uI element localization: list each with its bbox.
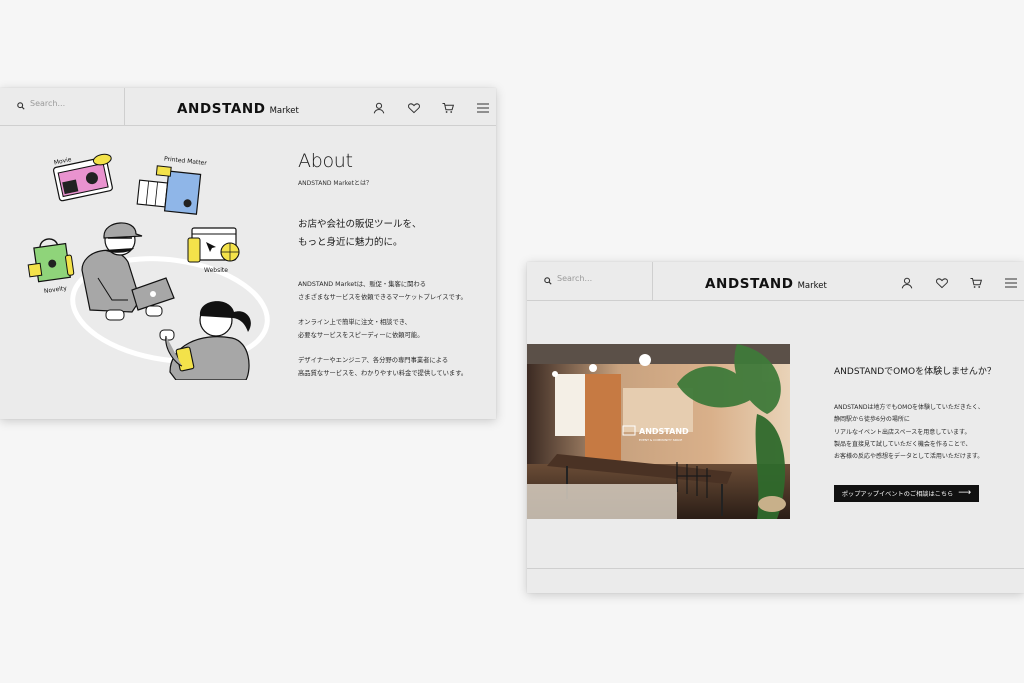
search-box[interactable] <box>0 88 125 125</box>
printed-matter-sticker: Printed Matter <box>136 156 208 215</box>
brand-name: ANDSTAND <box>705 276 794 292</box>
brand-suffix: Market <box>797 281 827 291</box>
about-title: About <box>298 150 353 172</box>
person-with-phone <box>159 301 251 380</box>
lead-line: お店や会社の販促ツールを、 <box>298 219 422 230</box>
paragraph-line: オンライン上で簡単に注文・相談でき、 <box>298 319 411 326</box>
heart-icon[interactable] <box>935 275 949 289</box>
site-header: ANDSTANDMarket <box>0 88 496 126</box>
menu-icon[interactable] <box>1004 275 1018 289</box>
wall-sign-text: ANDSTAND <box>639 427 689 436</box>
omo-body: ANDSTANDは地方でもOMOを体験していただきたく、 静岡駅から徒歩6分の場… <box>834 402 984 463</box>
arrow-right-icon: ⟶ <box>958 488 972 498</box>
paragraph-line: デザイナーやエンジニア、各分野の専門事業者による <box>298 357 449 364</box>
search-input[interactable] <box>557 274 643 283</box>
body-line: ANDSTANDは地方でもOMOを体験していただきたく、 <box>834 404 984 411</box>
paragraph-line: 高品質なサービスを、わかりやすい料金で提供しています。 <box>298 369 468 377</box>
novelty-label: Novelty <box>44 285 68 295</box>
body-line: リアルなイベント出店スペースを用意しています。 <box>834 428 971 436</box>
about-screen: ANDSTANDMarket Movie Pr <box>0 88 496 419</box>
website-sticker: Website <box>187 227 240 274</box>
cart-icon[interactable] <box>969 275 983 289</box>
paragraph-line: ANDSTAND Marketは、販促・集客に関わる <box>298 281 427 288</box>
about-subtitle: ANDSTAND Marketとは？ <box>298 180 372 187</box>
about-lead: お店や会社の販促ツールを、 もっと身近に魅力的に。 <box>298 216 422 252</box>
heart-icon[interactable] <box>407 100 421 114</box>
brand-name: ANDSTAND <box>177 101 266 117</box>
about-paragraph: デザイナーやエンジニア、各分野の専門事業者による 高品質なサービスを、わかりやす… <box>298 355 467 380</box>
paragraph-line: 必要なサービスをスピーディーに依頼可能。 <box>298 331 424 339</box>
site-logo[interactable]: ANDSTAND Market <box>705 273 827 292</box>
omo-screen: ANDSTANDMarket <box>527 262 1024 593</box>
search-box[interactable] <box>527 262 653 300</box>
novelty-sticker: Novelty <box>27 238 75 295</box>
popup-event-consult-button[interactable]: ポップアップイベントのご相談はこちら ⟶ <box>834 485 979 502</box>
search-icon <box>544 277 552 285</box>
about-paragraph: オンライン上で簡単に注文・相談でき、 必要なサービスをスピーディーに依頼可能。 <box>298 317 424 342</box>
brand-suffix: Market <box>269 106 299 116</box>
printed-matter-label: Printed Matter <box>164 156 208 168</box>
lead-line: もっと身近に魅力的に。 <box>298 237 403 248</box>
paragraph-line: さまざまなサービスを依頼できるマーケットプレイスです。 <box>298 293 467 301</box>
about-illustration: Movie Printed Matter Novelty Website <box>27 153 270 380</box>
footer-divider <box>527 568 1024 569</box>
user-icon[interactable] <box>900 275 914 289</box>
movie-sticker: Movie <box>52 153 113 202</box>
person-with-laptop <box>81 222 175 321</box>
wall-sign-subtext: EVENT & COMMUNITY SPACE <box>639 438 682 442</box>
search-input[interactable] <box>30 99 116 108</box>
cta-label: ポップアップイベントのご相談はこちら <box>841 491 954 498</box>
cart-icon[interactable] <box>441 100 455 114</box>
body-line: お客様の反応や感想をデータとして活用いただけます。 <box>834 453 984 461</box>
site-header: ANDSTANDMarket <box>527 262 1024 301</box>
about-paragraph: ANDSTAND Marketは、販促・集客に関わる さまざまなサービスを依頼で… <box>298 279 467 304</box>
search-icon <box>17 102 25 110</box>
body-line: 静岡駅から徒歩6分の場所に <box>834 416 910 424</box>
menu-icon[interactable] <box>476 100 490 114</box>
event-space-photo: ANDSTAND EVENT & COMMUNITY SPACE <box>527 344 790 519</box>
website-label: Website <box>204 267 228 274</box>
site-logo[interactable]: ANDSTAND Market <box>177 98 299 117</box>
omo-title: ANDSTANDでOMOを体験しませんか？ <box>834 367 996 377</box>
body-line: 製品を直接見て試していただく機会を作ることで、 <box>834 440 972 448</box>
user-icon[interactable] <box>372 100 386 114</box>
